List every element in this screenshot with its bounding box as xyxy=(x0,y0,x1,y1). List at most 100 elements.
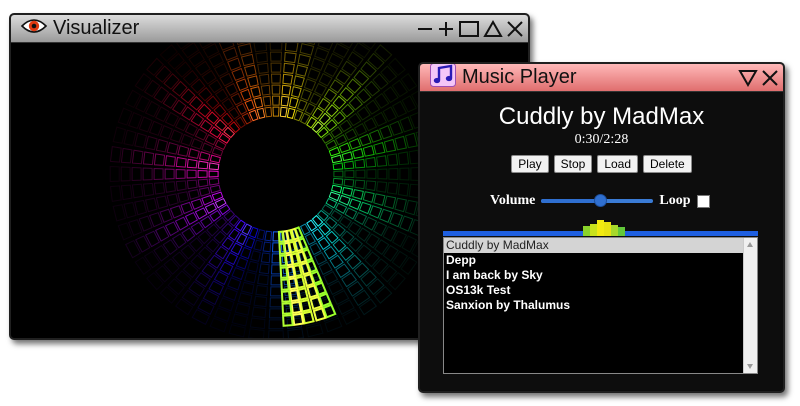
visualizer-segment xyxy=(186,169,197,179)
visualizer-segment xyxy=(270,264,282,275)
visualizer-segment xyxy=(208,177,220,186)
visualizer-segment xyxy=(343,178,355,188)
visualizer-segment xyxy=(270,275,282,286)
close-icon[interactable] xyxy=(506,20,524,38)
stop-button[interactable]: Stop xyxy=(553,155,593,173)
visualizer-segment xyxy=(391,79,409,98)
visualizer-segment xyxy=(388,167,399,181)
visualizer-titlebar[interactable]: Visualizer xyxy=(11,15,528,43)
load-button[interactable]: Load xyxy=(597,155,639,173)
visualizer-segment xyxy=(146,57,164,76)
visualizer-segment xyxy=(399,167,410,181)
visualizer-segment xyxy=(177,191,190,203)
visualizer-segment xyxy=(159,286,178,304)
visualizer-segment xyxy=(382,244,399,262)
minimize-icon[interactable] xyxy=(416,20,434,38)
visualizer-segment xyxy=(353,211,368,226)
scroll-down-icon[interactable] xyxy=(747,364,753,369)
playlist-item[interactable]: Sanxion by Thalumus xyxy=(444,298,743,313)
playlist-scrollbar[interactable] xyxy=(743,238,757,373)
close-icon[interactable] xyxy=(761,69,779,87)
visualizer-segment xyxy=(131,149,144,165)
plus-icon[interactable] xyxy=(437,20,455,38)
visualizer-segment xyxy=(271,242,281,253)
playlist-item[interactable]: I am back by Sky xyxy=(444,268,743,283)
playlist[interactable]: Cuddly by MadMax Depp I am back by Sky OS13… xyxy=(443,237,758,374)
volume-slider[interactable] xyxy=(541,194,654,208)
visualizer-segment xyxy=(197,160,209,170)
visualizer-segment xyxy=(339,119,353,133)
visualizer-segment xyxy=(262,241,272,253)
visualizer-segment xyxy=(365,156,377,168)
visualizer-segment xyxy=(354,179,366,190)
visualizer-segment xyxy=(180,201,194,215)
visualizer-segment xyxy=(164,155,176,167)
visualizer-segment xyxy=(287,328,304,338)
visualizer-segment xyxy=(240,88,252,102)
maximize-icon[interactable] xyxy=(458,20,480,38)
visualizer-segment xyxy=(341,186,354,197)
visualizer-segment xyxy=(394,135,408,151)
visualizer-segment xyxy=(240,281,255,295)
visualizer-segment xyxy=(354,158,366,169)
visualizer-segment xyxy=(134,256,152,276)
visualizer-segment xyxy=(153,244,170,262)
playlist-item[interactable]: Depp xyxy=(444,253,743,268)
visualizer-segment xyxy=(235,256,249,270)
visualizer-segment xyxy=(247,75,259,88)
visualizer-segment xyxy=(404,199,418,216)
visualizer-segment xyxy=(386,153,399,166)
volume-slider-thumb[interactable] xyxy=(593,194,607,207)
music-player-window[interactable]: Music Player Cuddly by MadMax 0:30/2:28 … xyxy=(418,62,785,393)
visualizer-segment xyxy=(374,286,393,304)
visualizer-segment xyxy=(164,168,175,180)
playlist-item[interactable]: Cuddly by MadMax xyxy=(444,238,743,253)
visualizer-segment xyxy=(379,208,393,223)
visualizer-segment xyxy=(400,256,418,276)
collapse-down-icon[interactable] xyxy=(738,69,758,87)
visualizer-segment xyxy=(394,197,408,213)
visualizer-segment xyxy=(198,151,211,162)
visualizer-segment xyxy=(244,99,256,112)
visualizer-segment xyxy=(383,138,397,153)
visualizer-segment xyxy=(131,183,144,199)
visualizer-segment xyxy=(303,78,317,92)
visualizer-segment xyxy=(153,153,166,166)
loop-checkbox[interactable] xyxy=(696,194,710,208)
visualizer-segment xyxy=(175,43,191,50)
play-button[interactable]: Play xyxy=(511,155,549,173)
visualizer-segment xyxy=(134,72,152,92)
visualizer-segment xyxy=(144,197,158,213)
visualizer-segment xyxy=(352,43,371,59)
visualizer-segment xyxy=(191,308,211,325)
playlist-item[interactable]: OS13k Test xyxy=(444,283,743,298)
visualizer-segment xyxy=(264,230,273,242)
visualizer-segment xyxy=(237,43,253,56)
visualizer-segment xyxy=(228,323,246,338)
visualizer-segment xyxy=(368,129,383,143)
visualizer-segment xyxy=(397,182,410,197)
visualizer-segment xyxy=(283,62,295,74)
player-title: Music Player xyxy=(462,66,577,88)
visualizer-segment xyxy=(358,298,378,316)
visualizer-segment xyxy=(221,97,235,111)
visualizer-segment xyxy=(166,141,179,155)
visualizer-segment xyxy=(388,272,406,291)
visualizer-segment xyxy=(221,237,235,251)
scroll-up-icon[interactable] xyxy=(747,242,753,247)
spectrum-analyzer xyxy=(443,220,758,236)
visualizer-segment xyxy=(142,182,155,197)
collapse-up-icon[interactable] xyxy=(483,19,503,38)
visualizer-segment xyxy=(240,246,252,260)
visualizer-segment xyxy=(201,142,214,154)
visualizer-segment xyxy=(404,132,418,149)
delete-button[interactable]: Delete xyxy=(643,155,692,173)
player-titlebar[interactable]: Music Player xyxy=(420,64,783,92)
visualizer-segment xyxy=(269,43,283,51)
visualizer-segment xyxy=(109,185,122,202)
visualizer-segment xyxy=(209,184,222,194)
visualizer-segment xyxy=(366,168,377,180)
visualizer-segment xyxy=(123,201,137,219)
visualizer-segment xyxy=(353,122,368,137)
visualizer-segment xyxy=(288,96,299,109)
